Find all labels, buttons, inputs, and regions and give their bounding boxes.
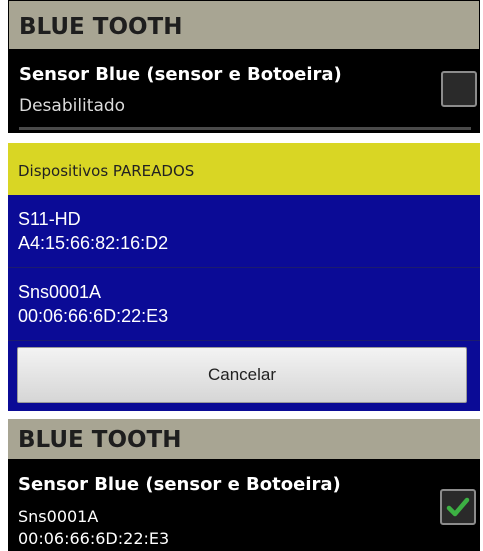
section-header: BLUE TOOTH (8, 419, 480, 459)
checkmark-icon (446, 497, 470, 517)
device-item[interactable]: S11-HD A4:15:66:82:16:D2 (8, 195, 480, 268)
device-address: 00:06:66:6D:22:E3 (18, 306, 169, 326)
setting-title[interactable]: Sensor Blue (sensor e Botoeira) (19, 64, 342, 85)
paired-devices-dialog: Dispositivos PAREADOS S11-HD A4:15:66:82… (8, 143, 480, 411)
device-item[interactable]: Sns0001A 00:06:66:6D:22:E3 (8, 268, 480, 341)
dialog-title: Dispositivos PAREADOS (8, 143, 480, 195)
device-address: A4:15:66:82:16:D2 (18, 233, 169, 253)
setting-status: Desabilitado (19, 96, 126, 116)
bluetooth-settings-disabled: BLUE TOOTH Sensor Blue (sensor e Botoeir… (8, 0, 480, 133)
device-name: S11-HD (18, 209, 81, 229)
enable-checkbox[interactable] (441, 71, 477, 107)
section-header: BLUE TOOTH (9, 1, 479, 49)
setting-title[interactable]: Sensor Blue (sensor e Botoeira) (18, 474, 341, 495)
enable-checkbox[interactable] (440, 489, 476, 525)
cancel-button[interactable]: Cancelar (17, 347, 467, 403)
selected-device-name: Sns0001A (18, 507, 99, 526)
dialog-button-bar: Cancelar (8, 341, 480, 411)
selected-device-address: 00:06:66:6D:22:E3 (18, 529, 170, 548)
device-name: Sns0001A (18, 282, 102, 302)
bluetooth-settings-enabled: BLUE TOOTH Sensor Blue (sensor e Botoeir… (8, 419, 480, 551)
divider (19, 127, 471, 130)
